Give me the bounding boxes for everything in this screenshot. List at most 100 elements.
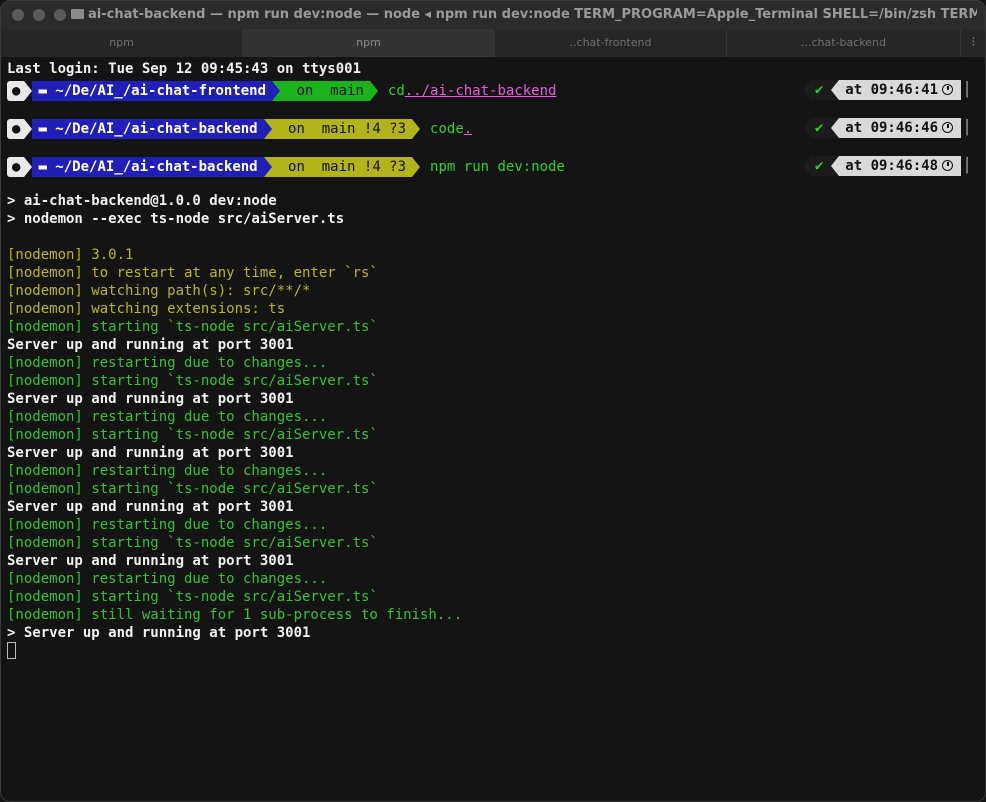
segment-separator bbox=[831, 156, 840, 176]
segment-separator bbox=[369, 81, 378, 101]
path-prefix: ~/De/AI_/ bbox=[46, 159, 132, 175]
success-check-icon: ✔ bbox=[810, 80, 832, 100]
segment-separator bbox=[263, 157, 272, 177]
git-status: on main !4 ?3 bbox=[271, 157, 413, 177]
tab-label: npm bbox=[109, 36, 134, 49]
server-output-line: Server up and running at port 3001 bbox=[7, 553, 294, 569]
command-arg: . bbox=[463, 121, 473, 137]
prompt-command: code . bbox=[430, 119, 472, 139]
segment-separator bbox=[272, 81, 281, 101]
nodemon-log-line: [nodemon] starting `ts-node src/aiServer… bbox=[7, 589, 378, 605]
segment-separator bbox=[412, 157, 421, 177]
last-login-line: Last login: Tue Sep 12 09:45:43 on ttys0… bbox=[7, 61, 362, 77]
segment-separator bbox=[24, 157, 33, 177]
segment-separator bbox=[831, 118, 840, 138]
command-arg: ../ai-chat-backend bbox=[404, 83, 557, 99]
apple-icon: ● bbox=[7, 157, 25, 177]
prompt-time: at 09:46:46 bbox=[839, 118, 961, 138]
terminal-content[interactable]: Last login: Tue Sep 12 09:45:43 on ttys0… bbox=[1, 58, 985, 801]
window-controls bbox=[12, 9, 66, 21]
path-dir: ai-chat-backend bbox=[131, 121, 258, 137]
apple-icon: ● bbox=[7, 119, 25, 139]
right-prompt: ✔ at 09:46:46 bbox=[802, 118, 961, 138]
title-bar: ai-chat-backend — npm run dev:node — nod… bbox=[1, 1, 985, 29]
apple-icon: ● bbox=[7, 81, 25, 101]
tab-overflow-button[interactable]: ⁝ bbox=[961, 29, 985, 57]
segment-separator bbox=[802, 80, 811, 100]
right-prompt: ✔ at 09:46:41 bbox=[802, 80, 961, 100]
scroll-edge-marker: ▏ bbox=[966, 158, 975, 174]
close-button[interactable] bbox=[12, 9, 24, 21]
nodemon-log-line: [nodemon] watching path(s): src/**/* bbox=[7, 283, 311, 299]
command-text: cd bbox=[387, 83, 405, 99]
prompt-path: ▬ ~/De/AI_/ai-chat-backend bbox=[32, 119, 264, 139]
nodemon-log-line: [nodemon] starting `ts-node src/aiServer… bbox=[7, 481, 378, 497]
script-header-line: > nodemon --exec ts-node src/aiServer.ts bbox=[7, 211, 345, 227]
tab-npm-1[interactable]: npm bbox=[1, 29, 243, 57]
prompt-line: ● ▬ ~/De/AI_/ai-chat-backend on main !4 ?… bbox=[7, 118, 979, 140]
terminal-window: ai-chat-backend — npm run dev:node — nod… bbox=[0, 0, 986, 802]
path-prefix: ~/De/AI_/ bbox=[46, 83, 132, 99]
nodemon-log-line: [nodemon] restarting due to changes... bbox=[7, 517, 328, 533]
command-text: npm run dev:node bbox=[430, 159, 565, 175]
time-text: at 09:46:48 bbox=[845, 158, 938, 174]
segment-separator bbox=[412, 119, 421, 139]
server-output-line: Server up and running at port 3001 bbox=[7, 391, 294, 407]
tab-label: ..chat-frontend bbox=[569, 36, 652, 49]
git-status: on main !4 ?3 bbox=[271, 119, 413, 139]
segment-separator bbox=[24, 81, 33, 101]
path-dir: ai-chat-backend bbox=[131, 159, 258, 175]
success-check-icon: ✔ bbox=[810, 156, 832, 176]
prompt-command: npm run dev:node bbox=[430, 157, 565, 177]
segment-separator bbox=[24, 119, 33, 139]
nodemon-log-line: [nodemon] watching extensions: ts bbox=[7, 301, 286, 317]
folder-icon: ▬ bbox=[38, 121, 47, 137]
nodemon-log-line: [nodemon] to restart at any time, enter … bbox=[7, 265, 378, 281]
nodemon-log-line: [nodemon] still waiting for 1 sub-proces… bbox=[7, 607, 463, 623]
tab-chat-backend[interactable]: ...chat-backend bbox=[727, 29, 961, 57]
clock-icon bbox=[942, 122, 953, 133]
scroll-edge-marker: ▏ bbox=[966, 82, 975, 98]
prompt-path: ▬ ~/De/AI_/ai-chat-frontend bbox=[32, 81, 273, 101]
minimize-button[interactable] bbox=[33, 9, 45, 21]
segment-separator bbox=[263, 119, 272, 139]
clock-icon bbox=[942, 160, 953, 171]
success-check-icon: ✔ bbox=[810, 118, 832, 138]
server-output-line: Server up and running at port 3001 bbox=[7, 499, 294, 515]
prompt-line: ● ▬ ~/De/AI_/ai-chat-frontend on main cd .… bbox=[7, 80, 979, 102]
git-status: on main bbox=[280, 81, 370, 101]
nodemon-log-line: [nodemon] restarting due to changes... bbox=[7, 571, 328, 587]
prompt-time: at 09:46:41 bbox=[839, 80, 961, 100]
nodemon-log-line: [nodemon] starting `ts-node src/aiServer… bbox=[7, 373, 378, 389]
folder-icon bbox=[71, 9, 84, 19]
scroll-edge-marker: ▏ bbox=[966, 120, 975, 136]
clock-icon bbox=[942, 84, 953, 95]
nodemon-log-line: [nodemon] starting `ts-node src/aiServer… bbox=[7, 535, 378, 551]
segment-separator bbox=[831, 80, 840, 100]
segment-separator bbox=[802, 118, 811, 138]
tab-overflow-icon: ⁝ bbox=[971, 35, 976, 50]
text-cursor bbox=[7, 642, 16, 659]
nodemon-log-line: [nodemon] starting `ts-node src/aiServer… bbox=[7, 427, 378, 443]
segment-separator bbox=[802, 156, 811, 176]
window-title-text: ai-chat-backend — npm run dev:node — nod… bbox=[88, 7, 977, 22]
nodemon-log-line: [nodemon] starting `ts-node src/aiServer… bbox=[7, 319, 378, 335]
nodemon-log-line: [nodemon] restarting due to changes... bbox=[7, 409, 328, 425]
zoom-button[interactable] bbox=[54, 9, 66, 21]
right-prompt: ✔ at 09:46:48 bbox=[802, 156, 961, 176]
script-header-line: > ai-chat-backend@1.0.0 dev:node bbox=[7, 193, 277, 209]
time-text: at 09:46:46 bbox=[845, 120, 938, 136]
time-text: at 09:46:41 bbox=[845, 82, 938, 98]
tab-npm-2[interactable]: npm bbox=[243, 29, 495, 57]
nodemon-log-line: [nodemon] restarting due to changes... bbox=[7, 463, 328, 479]
cursor-line bbox=[7, 642, 979, 660]
server-output-line: > Server up and running at port 3001 bbox=[7, 625, 311, 641]
tab-bar: npm npm ..chat-frontend ...chat-backend … bbox=[1, 29, 985, 57]
prompt-line: ● ▬ ~/De/AI_/ai-chat-backend on main !4 ?… bbox=[7, 156, 979, 178]
nodemon-log-line: [nodemon] restarting due to changes... bbox=[7, 355, 328, 371]
folder-icon: ▬ bbox=[38, 159, 47, 175]
tab-chat-frontend[interactable]: ..chat-frontend bbox=[495, 29, 727, 57]
nodemon-log-line: [nodemon] 3.0.1 bbox=[7, 247, 134, 263]
prompt-path: ▬ ~/De/AI_/ai-chat-backend bbox=[32, 157, 264, 177]
path-prefix: ~/De/AI_/ bbox=[46, 121, 132, 137]
